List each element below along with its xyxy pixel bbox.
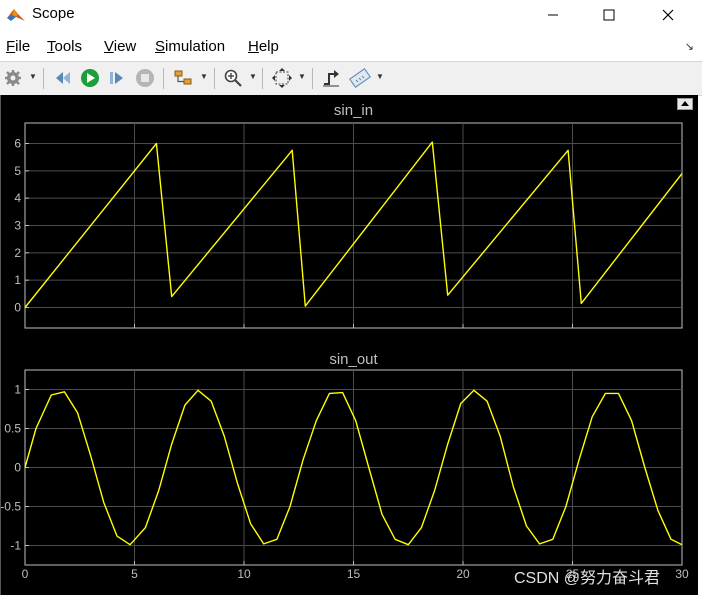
plot-2-y-tick-label: 1 <box>14 383 21 397</box>
maximize-icon <box>603 9 615 21</box>
measurements-dropdown-icon[interactable]: ▼ <box>376 72 384 81</box>
toolbar-separator <box>163 68 164 89</box>
plot-1-y-tick-label: 6 <box>14 137 21 151</box>
step-forward-icon <box>110 72 123 84</box>
plot-1-title: sin_in <box>334 102 373 119</box>
plot-2-x-tick-label: 10 <box>237 567 251 581</box>
toolbar-separator <box>43 68 44 89</box>
menu-overflow-icon[interactable]: ↘ <box>685 40 694 53</box>
minimize-icon <box>548 14 558 16</box>
minimize-button[interactable] <box>530 0 576 30</box>
highlight-dropdown-icon[interactable]: ▼ <box>200 72 208 81</box>
menu-file[interactable]: File <box>6 38 30 55</box>
title-bar: Scope <box>0 0 702 30</box>
run-button[interactable] <box>79 67 101 89</box>
plot-1-y-tick-label: 5 <box>14 164 21 178</box>
menu-tools[interactable]: Tools <box>47 38 82 55</box>
gear-icon <box>5 70 21 86</box>
toolbar-separator <box>214 68 215 89</box>
step-back-button[interactable] <box>52 67 74 89</box>
undock-button[interactable] <box>677 98 693 110</box>
settings-dropdown-icon[interactable]: ▼ <box>29 72 37 81</box>
close-icon <box>662 9 674 21</box>
stop-button[interactable] <box>134 67 156 89</box>
plot-1-y-tick-label: 1 <box>14 273 21 287</box>
highlight-icon <box>174 70 192 85</box>
toolbar-separator <box>312 68 313 89</box>
step-forward-button[interactable] <box>106 67 128 89</box>
plot-2-y-tick-label: -0.5 <box>1 500 21 514</box>
step-back-icon <box>56 72 70 84</box>
settings-button[interactable] <box>2 67 24 89</box>
plot-1-y-tick-label: 4 <box>14 191 21 205</box>
watermark: CSDN @努力奋斗君 <box>514 570 661 587</box>
highlight-button[interactable] <box>172 67 194 89</box>
window-title: Scope <box>32 5 75 22</box>
stop-icon <box>136 69 154 87</box>
fit-axes-dropdown-icon[interactable]: ▼ <box>298 72 306 81</box>
fit-axes-button[interactable] <box>271 67 293 89</box>
plot-1-y-tick-label: 2 <box>14 246 21 260</box>
plot-2-y-tick-label: 0 <box>14 461 21 475</box>
measurements-button[interactable] <box>349 67 371 89</box>
measurements-icon <box>349 68 371 88</box>
plot-2-title: sin_out <box>329 351 378 368</box>
toolbar-separator <box>262 68 263 89</box>
plot-2-y-tick-label: 0.5 <box>4 422 21 436</box>
triggers-button[interactable] <box>320 67 342 89</box>
fit-axes-icon <box>272 68 292 88</box>
zoom-in-icon <box>224 69 242 87</box>
scope-plots: sin_in0123456sin_out10.50-0.5-10 5 10 15 20 2… <box>0 102 689 581</box>
zoom-dropdown-icon[interactable]: ▼ <box>249 72 257 81</box>
menu-help[interactable]: Help <box>248 38 279 55</box>
plot-2-x-tick-label: 5 <box>131 567 138 581</box>
plot-2-x-tick-label: 15 <box>347 567 361 581</box>
run-icon <box>81 69 99 87</box>
scope-display: sin_in 0 1 2 3 4 5 6 sin_out 1 0.5 0 -0.5 -1 0 5 10 15 20 2… <box>0 95 698 595</box>
close-button[interactable] <box>645 0 691 30</box>
maximize-button[interactable] <box>586 0 632 30</box>
zoom-button[interactable] <box>222 67 244 89</box>
triggers-icon <box>323 70 339 87</box>
undock-icon <box>681 101 689 106</box>
plot-1-y-tick-label: 0 <box>14 301 21 315</box>
plot-2-y-tick-label: -1 <box>10 539 21 553</box>
plot-2-x-tick-label: 30 <box>675 567 689 581</box>
plot-1-y-tick-label: 3 <box>14 219 21 233</box>
menu-bar: File Tools View Simulation Help ↘ <box>0 34 702 60</box>
menu-view[interactable]: View <box>104 38 136 55</box>
menu-simulation[interactable]: Simulation <box>155 38 225 55</box>
plot-2-x-tick-label: 0 <box>22 567 29 581</box>
matlab-icon <box>7 9 25 21</box>
toolbar: ▼ ▼ ▼ ▼ ▼ <box>0 61 702 96</box>
plot-2-x-tick-label: 20 <box>456 567 470 581</box>
